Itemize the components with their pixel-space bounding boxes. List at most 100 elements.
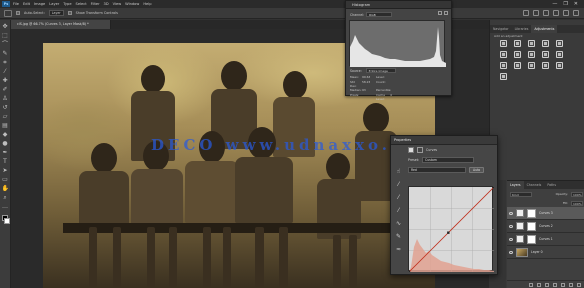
menu-3d[interactable]: 3D (104, 2, 109, 6)
gray-point-eyedropper-icon[interactable]: ⁄ (395, 194, 402, 201)
blur-tool-icon[interactable]: ◆ (2, 131, 9, 138)
menu-window[interactable]: Window (125, 2, 139, 6)
threshold-icon[interactable] (542, 62, 549, 69)
histogram-title[interactable]: Histogram (346, 1, 451, 9)
layer-kind-filter[interactable]: Kind (510, 191, 532, 197)
channel-mixer-icon[interactable] (556, 51, 563, 58)
add-mask-icon[interactable] (545, 282, 549, 287)
brush-tool-icon[interactable]: ✐ (2, 86, 9, 93)
tab-paths[interactable]: Paths (544, 181, 559, 189)
trash-icon[interactable] (577, 282, 581, 287)
show-transform-checkbox[interactable] (67, 11, 72, 15)
menu-select[interactable]: Select (76, 2, 87, 6)
restore-icon[interactable]: ❐ (563, 1, 567, 7)
curve-control-point[interactable] (492, 185, 496, 189)
tab-libraries[interactable]: Libraries (512, 25, 532, 33)
warning-icon[interactable] (444, 11, 448, 15)
layer-row[interactable]: Curves 1 (507, 233, 584, 246)
layer-row[interactable]: Curves 3 (507, 207, 584, 220)
preset-dropdown[interactable]: Custom (422, 157, 475, 163)
dodge-tool-icon[interactable]: ● (2, 140, 9, 147)
more-tools-icon[interactable]: … (2, 203, 9, 210)
shape-tool-icon[interactable]: ▭ (2, 176, 9, 183)
curves-icon[interactable] (528, 40, 535, 47)
move-tool-preset-icon[interactable] (4, 9, 12, 17)
refresh-icon[interactable] (438, 11, 442, 15)
menu-image[interactable]: Image (34, 2, 45, 6)
type-tool-icon[interactable]: T (2, 158, 9, 165)
menu-layer[interactable]: Layer (49, 2, 59, 6)
hand-tool-icon[interactable]: ✋ (2, 185, 9, 192)
auto-select-checkbox[interactable] (16, 11, 20, 15)
pencil-draw-icon[interactable]: ✎ (395, 233, 402, 240)
layer-mask-thumb[interactable] (527, 208, 536, 218)
brightness-icon[interactable] (500, 40, 507, 47)
lasso-tool-icon[interactable]: ⌒ (2, 41, 9, 48)
color-lookup-icon[interactable] (500, 62, 507, 69)
menu-type[interactable]: Type (63, 2, 71, 6)
link-layers-icon[interactable] (529, 282, 533, 287)
smooth-icon[interactable]: ≈ (395, 246, 402, 253)
layer-name[interactable]: Curves 2 (539, 224, 553, 228)
black-white-icon[interactable] (528, 51, 535, 58)
white-point-eyedropper-icon[interactable]: ⁄ (395, 207, 402, 214)
layer-row[interactable]: Curves 2 (507, 220, 584, 233)
curves-svg[interactable] (407, 185, 496, 274)
menu-edit[interactable]: Edit (23, 2, 30, 6)
align-left-icon[interactable] (553, 10, 559, 16)
exposure-icon[interactable] (542, 40, 549, 47)
history-brush-icon[interactable]: ↺ (2, 104, 9, 111)
layer-style-icon[interactable] (537, 282, 541, 287)
align-right-icon[interactable] (573, 10, 579, 16)
close-icon[interactable]: ✕ (574, 1, 578, 7)
minimize-icon[interactable]: — (552, 1, 557, 7)
clone-stamp-icon[interactable]: ♙ (2, 95, 9, 102)
photoshop-logo[interactable]: Ps (2, 1, 10, 7)
color-balance-icon[interactable] (514, 51, 521, 58)
histogram-channel-dropdown[interactable]: RGB (366, 12, 393, 17)
invert-icon[interactable] (514, 62, 521, 69)
layer-name[interactable]: Curves 3 (539, 211, 553, 215)
quick-select-icon[interactable]: ✎ (2, 50, 9, 57)
menu-filter[interactable]: Filter (91, 2, 100, 6)
visibility-eye-icon[interactable] (509, 211, 513, 215)
mask-tab-icon[interactable] (417, 147, 423, 153)
healing-brush-icon[interactable]: ✚ (2, 77, 9, 84)
gradient-map-icon[interactable] (556, 62, 563, 69)
properties-title-bar[interactable]: Properties (391, 136, 497, 145)
new-group-icon[interactable] (561, 282, 565, 287)
tab-layers[interactable]: Layers (507, 181, 524, 189)
marquee-tool-icon[interactable]: ⬚ (2, 32, 9, 39)
auto-select-dropdown[interactable]: Layer (48, 10, 64, 16)
document-tab[interactable]: clS.jpg @ 66.7% (Curves 3, Layer Mask/8)… (11, 20, 111, 29)
layer-name[interactable]: Curves 1 (539, 237, 553, 241)
layer-name[interactable]: Layer 0 (531, 250, 543, 254)
tab-channels[interactable]: Channels (524, 181, 545, 189)
levels-icon[interactable] (514, 40, 521, 47)
align-bottom-icon[interactable] (543, 10, 549, 16)
background-color-swatch[interactable] (4, 218, 10, 224)
new-adjustment-icon[interactable] (553, 282, 557, 287)
move-tool-icon[interactable]: ✥ (2, 23, 9, 30)
curve-control-point[interactable] (407, 270, 411, 274)
auto-button[interactable]: Auto (469, 167, 485, 173)
path-select-icon[interactable]: ➤ (2, 167, 9, 174)
crop-tool-icon[interactable]: ⌗ (2, 59, 9, 66)
posterize-icon[interactable] (528, 62, 535, 69)
target-adjust-icon[interactable]: ☝ (395, 168, 402, 175)
fill-input[interactable]: 100% (571, 200, 583, 206)
opacity-input[interactable]: 100% (571, 191, 583, 197)
tab-navigator[interactable]: Navigator (490, 25, 512, 33)
new-layer-icon[interactable] (569, 282, 573, 287)
pen-tool-icon[interactable]: ✒ (2, 149, 9, 156)
visibility-eye-icon[interactable] (509, 250, 513, 254)
menu-help[interactable]: Help (143, 2, 151, 6)
menu-file[interactable]: File (13, 2, 19, 6)
zoom-tool-icon[interactable]: ⌕ (2, 194, 9, 201)
curve-control-point[interactable] (447, 231, 450, 234)
black-point-eyedropper-icon[interactable]: ⁄ (395, 181, 402, 188)
eyedropper-icon[interactable]: ⁄ (2, 68, 9, 75)
visibility-eye-icon[interactable] (509, 237, 513, 241)
tab-adjustments[interactable]: Adjustments (531, 25, 558, 33)
layer-mask-thumb[interactable] (527, 234, 536, 244)
